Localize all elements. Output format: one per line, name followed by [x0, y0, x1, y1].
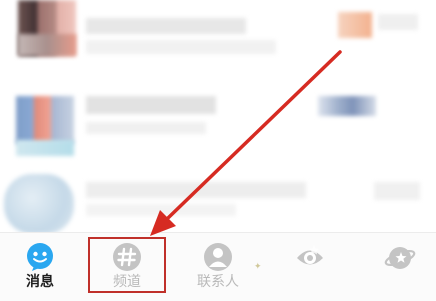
app-screen: 消息 频道 联系人 ✦ [0, 0, 436, 301]
annotation-arrow [150, 50, 342, 236]
